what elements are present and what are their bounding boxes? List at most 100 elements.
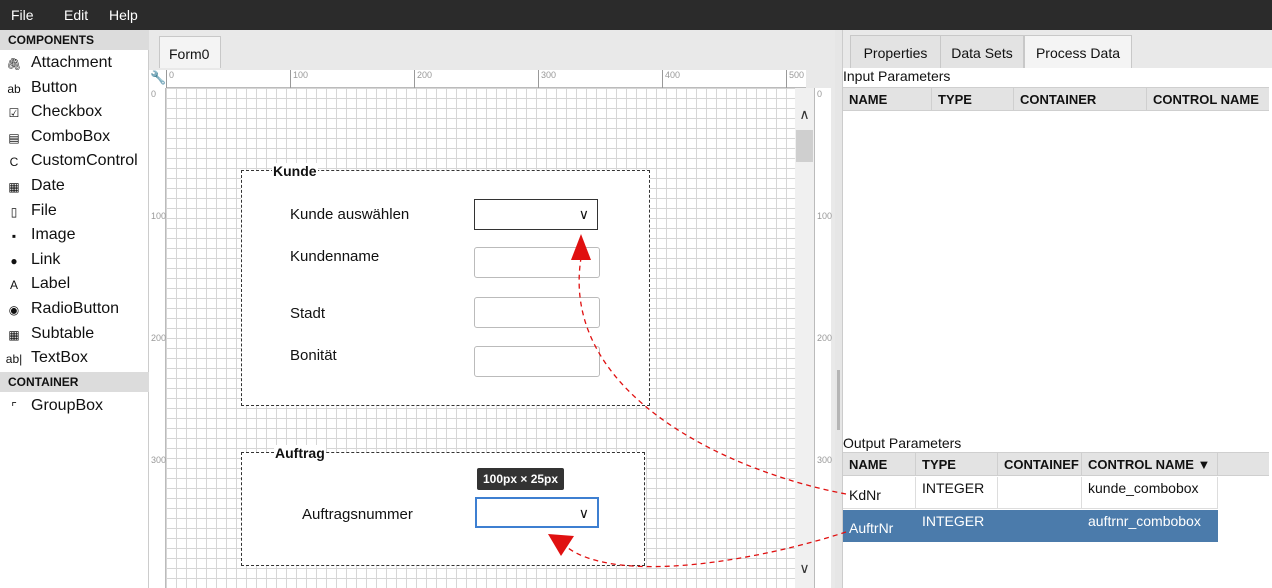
file-icon: ▯	[10, 204, 18, 219]
scroll-down-icon[interactable]: ∨	[797, 560, 812, 576]
field-label: Auftragsnummer	[302, 506, 413, 523]
palette-item-label: Link	[31, 250, 61, 268]
column-header[interactable]: CONTROL NAME	[1147, 88, 1269, 111]
cell-type[interactable]: INTEGER	[916, 477, 998, 509]
palette-item-image[interactable]: ▪ Image	[0, 224, 149, 248]
vertical-ruler: 0 100 200 300	[149, 88, 166, 588]
column-header[interactable]: NAME	[843, 88, 932, 111]
palette-item-label: RadioButton	[31, 300, 120, 317]
palette-item-checkbox[interactable]: ☑ Checkbox	[0, 101, 149, 125]
palette-item-date[interactable]: ▦ Date	[0, 175, 149, 199]
textbox-icon: ab|	[5, 352, 23, 367]
palette-item-label: TextBox	[31, 349, 88, 367]
right-panel: Properties Data Sets Process Data Input …	[842, 30, 1272, 588]
groupbox-icon: ⌜	[11, 400, 17, 414]
column-header[interactable]: CONTAINEF	[998, 453, 1082, 476]
tab-data-sets[interactable]: Data Sets	[940, 35, 1024, 68]
menu-edit[interactable]: Edit	[64, 7, 88, 23]
tab-properties[interactable]: Properties	[850, 35, 941, 68]
design-canvas[interactable]: Kunde Kunde auswählen ∨ Kundenname Stadt…	[166, 88, 795, 588]
ruler-tick: 100	[817, 211, 833, 221]
auftragsnummer-combobox[interactable]: ∨	[475, 497, 599, 528]
palette-item-label: Subtable	[31, 324, 95, 342]
groupbox-kunde[interactable]: Kunde Kunde auswählen ∨ Kundenname Stadt…	[241, 163, 650, 406]
input-parameters-caption: Input Parameters	[843, 68, 951, 84]
menu-bar: File Edit Help	[0, 0, 1272, 30]
ruler-tick: 200	[151, 333, 167, 343]
label-icon: A	[9, 278, 18, 293]
palette-item-label: File	[31, 201, 57, 219]
component-palette: COMPONENTS 🖇 Attachment ab Button ☑ Checkbox ▤…	[0, 30, 149, 588]
ruler-tick: 0	[151, 89, 157, 99]
cell-control[interactable]: auftrnr_combobox	[1082, 510, 1218, 542]
cell-control[interactable]: kunde_combobox	[1082, 477, 1218, 509]
ruler-tick: 200	[817, 333, 833, 343]
groupbox-title: Auftrag	[274, 445, 326, 461]
palette-item-attachment[interactable]: 🖇 Attachment	[0, 52, 149, 76]
stadt-textbox[interactable]	[474, 297, 600, 328]
cell-type[interactable]: INTEGER	[916, 510, 998, 542]
table-row[interactable]: AuftrNr INTEGER auftrnr_combobox	[843, 510, 1218, 542]
palette-item-label[interactable]: A Label	[0, 273, 149, 297]
canvas-scrollbar[interactable]: ∧ ∨	[795, 88, 814, 588]
column-header[interactable]: CONTAINER	[1014, 88, 1147, 111]
palette-item-label: Button	[31, 78, 78, 96]
field-label: Stadt	[290, 305, 326, 322]
radio-icon: ◉	[8, 303, 20, 317]
palette-item-file[interactable]: ▯ File	[0, 200, 149, 224]
palette-item-combobox[interactable]: ▤ ComboBox	[0, 126, 149, 150]
groupbox-auftrag[interactable]: Auftrag Auftragsnummer ∨	[241, 445, 645, 566]
scrollbar-thumb[interactable]	[796, 130, 813, 162]
ruler-tick: 500	[786, 70, 804, 88]
container-header: CONTAINER	[0, 372, 149, 392]
table-icon: ▦	[8, 327, 20, 342]
column-header[interactable]: NAME	[843, 453, 916, 476]
column-header[interactable]: TYPE	[916, 453, 998, 476]
column-header[interactable]: TYPE	[932, 88, 1014, 111]
palette-item-label: Image	[31, 226, 76, 244]
palette-item-radiobutton[interactable]: ◉ RadioButton	[0, 298, 149, 322]
output-grid-header: NAME TYPE CONTAINEF CONTROL NAME ▼	[843, 452, 1269, 476]
palette-item-link[interactable]: ● Link	[0, 249, 149, 273]
ruler-tick: 400	[662, 70, 680, 88]
ruler-corner: 🔧	[149, 70, 166, 88]
input-grid-header: NAME TYPE CONTAINER CONTROL NAME	[843, 87, 1269, 111]
wrench-icon[interactable]: 🔧	[150, 70, 166, 86]
menu-help[interactable]: Help	[109, 7, 138, 23]
horizontal-ruler: 0 100 200 300 400 500	[166, 70, 806, 88]
palette-item-button[interactable]: ab Button	[0, 77, 149, 101]
menu-file[interactable]: File	[11, 7, 34, 23]
palette-item-label: ComboBox	[31, 127, 111, 145]
ruler-tick: 100	[290, 70, 308, 88]
kunde-combobox[interactable]: ∨	[474, 199, 598, 230]
cell-container[interactable]	[998, 477, 1082, 509]
splitter-grip[interactable]	[837, 370, 840, 430]
image-icon: ▪	[11, 229, 17, 244]
table-row[interactable]: KdNr INTEGER kunde_combobox	[843, 477, 1218, 509]
kundenname-textbox[interactable]	[474, 247, 600, 278]
designer-tabstrip: Form0	[149, 30, 835, 68]
bonitaet-textbox[interactable]	[474, 346, 600, 377]
palette-item-groupbox[interactable]: ⌜ GroupBox	[0, 395, 149, 419]
tab-process-data[interactable]: Process Data	[1024, 35, 1132, 68]
column-header[interactable]: CONTROL NAME ▼	[1082, 453, 1218, 476]
palette-item-customcontrol[interactable]: C CustomControl	[0, 150, 149, 174]
palette-item-subtable[interactable]: ▦ Subtable	[0, 323, 149, 347]
cell-name[interactable]: KdNr	[843, 477, 916, 509]
panel-splitter[interactable]	[835, 30, 842, 588]
cell-name[interactable]: AuftrNr	[843, 510, 916, 542]
ruler-tick: 300	[151, 455, 167, 465]
cell-container[interactable]	[998, 510, 1082, 542]
size-tooltip: 100px × 25px	[477, 468, 565, 490]
palette-item-label: Checkbox	[31, 103, 103, 121]
palette-item-label: Date	[31, 177, 65, 194]
scroll-up-icon[interactable]: ∧	[797, 106, 812, 122]
chevron-down-icon: ∨	[578, 505, 589, 521]
tab-form0[interactable]: Form0	[159, 36, 221, 68]
custom-control-icon: C	[9, 155, 19, 170]
palette-item-textbox[interactable]: ab| TextBox	[0, 347, 149, 371]
field-label: Bonität	[290, 347, 337, 364]
palette-item-label: GroupBox	[31, 397, 104, 414]
ruler-tick: 300	[817, 455, 833, 465]
ruler-tick: 300	[538, 70, 556, 88]
